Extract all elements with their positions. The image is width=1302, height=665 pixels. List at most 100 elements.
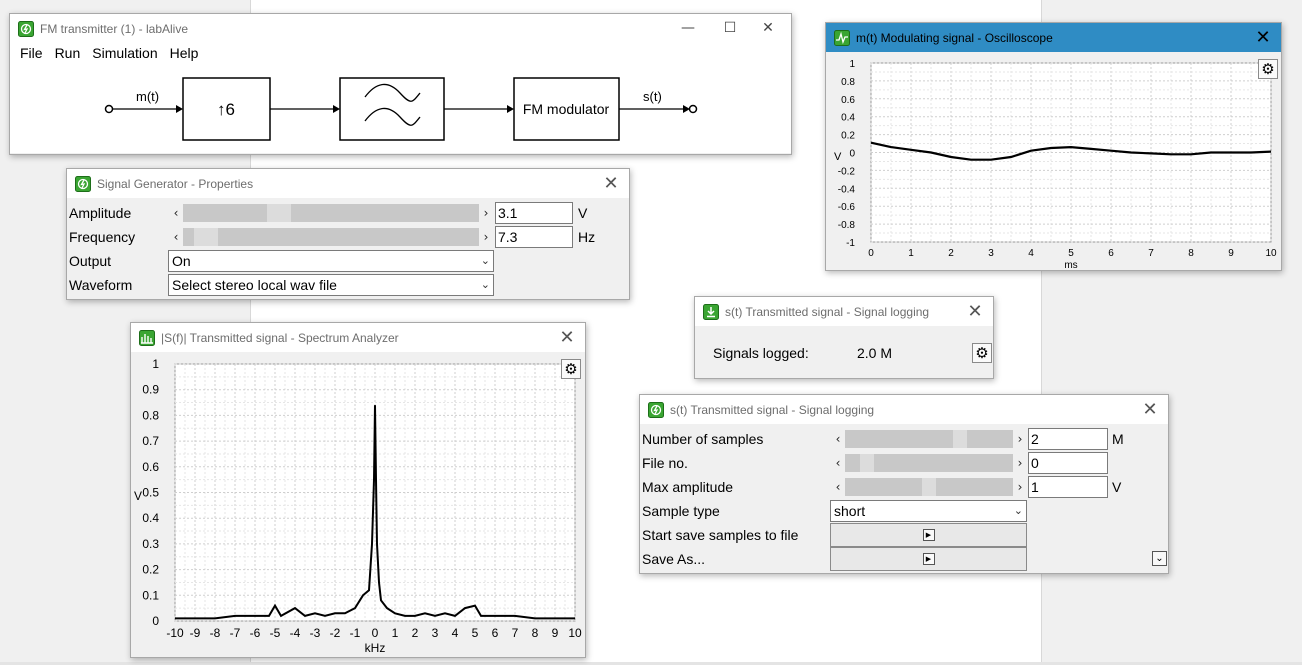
waveform-select[interactable]: Select stereo local wav file ⌄ (168, 274, 494, 296)
file-no-label: File no. (642, 455, 688, 471)
slider-thumb[interactable] (922, 478, 936, 496)
amplitude-slider[interactable]: ‹ › (169, 203, 493, 223)
slider-left-arrow-icon[interactable]: ‹ (831, 456, 845, 470)
fm-window-title: FM transmitter (1) - labAlive (40, 21, 189, 36)
slider-track[interactable] (845, 454, 1013, 472)
maximize-icon[interactable]: ☐ (715, 18, 745, 38)
slider-thumb[interactable] (267, 204, 292, 222)
slider-thumb[interactable] (953, 430, 967, 448)
slider-left-arrow-icon[interactable]: ‹ (169, 206, 183, 220)
oscilloscope-x-tick-label: 6 (1108, 248, 1114, 259)
slider-right-arrow-icon[interactable]: › (479, 230, 493, 244)
spectrum-x-tick-label: -2 (330, 626, 341, 640)
spectrum-y-tick-label: 0.9 (142, 383, 159, 397)
spectrum-settings-button[interactable]: ⚙ (561, 359, 581, 379)
gear-icon: ⚙ (975, 344, 989, 362)
input-terminal[interactable] (104, 104, 114, 114)
input-label: m(t) (136, 89, 159, 104)
spectrum-x-tick-label: -1 (350, 626, 361, 640)
number-of-samples-slider[interactable]: ‹ › (831, 429, 1027, 449)
slider-left-arrow-icon[interactable]: ‹ (169, 230, 183, 244)
chevron-down-icon[interactable]: ⌄ (481, 251, 490, 271)
close-icon[interactable]: ✕ (601, 173, 621, 194)
output-terminal[interactable] (688, 104, 698, 114)
amplitude-row: Amplitude ‹ › 3.1 V (67, 201, 627, 225)
spectrum-x-tick-label: 7 (512, 626, 519, 640)
spectrum-x-tick-label: -6 (250, 626, 261, 640)
close-icon[interactable]: ✕ (753, 18, 783, 38)
signal-logging-status-titlebar[interactable]: s(t) Transmitted signal - Signal logging… (695, 297, 993, 326)
oscilloscope-y-tick-label: 0.8 (841, 77, 855, 88)
amplitude-input[interactable]: 3.1 (495, 202, 573, 224)
oscilloscope-ylabel: V (834, 151, 842, 163)
slider-track[interactable] (183, 228, 479, 246)
output-row: Output On ⌄ (67, 249, 627, 273)
frequency-input[interactable]: 7.3 (495, 226, 573, 248)
menu-simulation[interactable]: Simulation (86, 45, 163, 61)
close-icon[interactable]: ✕ (1140, 399, 1160, 420)
save-as-button[interactable]: ▶ (830, 547, 1027, 571)
spectrum-analyzer-titlebar[interactable]: |S(f)| Transmitted signal - Spectrum Ana… (131, 323, 585, 352)
file-no-slider[interactable]: ‹ › (831, 453, 1027, 473)
slider-right-arrow-icon[interactable]: › (1013, 456, 1027, 470)
spectrum-x-tick-label: -4 (290, 626, 301, 640)
menu-file[interactable]: File (14, 45, 49, 61)
output-select[interactable]: On ⌄ (168, 250, 494, 272)
amplitude-unit: V (578, 205, 588, 221)
slider-thumb[interactable] (860, 454, 874, 472)
file-no-input[interactable]: 0 (1028, 452, 1108, 474)
oscilloscope-x-tick-label: 4 (1028, 248, 1034, 259)
spectrum-app-icon (139, 329, 155, 346)
expand-button[interactable]: ⌄ (1152, 551, 1167, 566)
fm-transmitter-window: FM transmitter (1) - labAlive — ☐ ✕ File… (9, 13, 792, 155)
minimize-icon[interactable]: — (673, 18, 703, 38)
signal-generator-titlebar[interactable]: Signal Generator - Properties ✕ (67, 169, 629, 198)
close-icon[interactable]: ✕ (557, 327, 577, 348)
oscilloscope-x-tick-label: 9 (1228, 248, 1234, 259)
slider-right-arrow-icon[interactable]: › (479, 206, 493, 220)
slider-left-arrow-icon[interactable]: ‹ (831, 480, 845, 494)
start-save-row: Start save samples to file ▶ (640, 523, 1166, 547)
oscilloscope-y-tick-label: 0.4 (841, 113, 855, 124)
signal-logging-properties-titlebar[interactable]: s(t) Transmitted signal - Signal logging… (640, 395, 1168, 424)
sample-type-select[interactable]: short ⌄ (830, 500, 1027, 522)
max-amplitude-input[interactable]: 1 (1028, 476, 1108, 498)
menu-help[interactable]: Help (164, 45, 205, 61)
lowpass-filter-block[interactable] (339, 77, 445, 141)
sample-type-row: Sample type short ⌄ (640, 499, 1166, 523)
fm-modulator-block[interactable]: FM modulator (513, 77, 620, 141)
slider-thumb[interactable] (193, 228, 218, 246)
labalive-app-icon (75, 175, 91, 192)
gear-icon: ⚙ (1261, 60, 1275, 78)
slider-track[interactable] (845, 478, 1013, 496)
oscilloscope-x-tick-label: 10 (1265, 248, 1277, 259)
slider-left-arrow-icon[interactable]: ‹ (831, 432, 845, 446)
signal-logging-properties-title: s(t) Transmitted signal - Signal logging (670, 402, 875, 417)
frequency-slider[interactable]: ‹ › (169, 227, 493, 247)
spectrum-x-tick-label: -5 (270, 626, 281, 640)
chevron-down-icon[interactable]: ⌄ (481, 275, 490, 295)
labalive-app-icon (18, 20, 34, 37)
slider-track[interactable] (845, 430, 1013, 448)
menu-run[interactable]: Run (49, 45, 87, 61)
spectrum-x-tick-label: 2 (412, 626, 419, 640)
close-icon[interactable]: ✕ (965, 301, 985, 322)
slider-track[interactable] (183, 204, 479, 222)
upsampler-block[interactable]: ↑6 (182, 77, 271, 141)
slider-right-arrow-icon[interactable]: › (1013, 432, 1027, 446)
download-app-icon (703, 303, 719, 320)
max-amplitude-slider[interactable]: ‹ › (831, 477, 1027, 497)
fm-window-titlebar[interactable]: FM transmitter (1) - labAlive — ☐ ✕ (10, 14, 791, 43)
slider-right-arrow-icon[interactable]: › (1013, 480, 1027, 494)
chevron-down-icon[interactable]: ⌄ (1014, 501, 1023, 521)
number-of-samples-input[interactable]: 2 (1028, 428, 1108, 450)
start-save-button[interactable]: ▶ (830, 523, 1027, 547)
close-icon[interactable]: ✕ (1253, 27, 1273, 48)
spectrum-x-tick-label: 10 (568, 626, 582, 640)
signal-logging-settings-button[interactable]: ⚙ (972, 343, 992, 363)
oscilloscope-title: m(t) Modulating signal - Oscilloscope (856, 30, 1053, 45)
oscilloscope-settings-button[interactable]: ⚙ (1258, 59, 1278, 79)
frequency-label: Frequency (69, 229, 136, 245)
oscilloscope-titlebar[interactable]: m(t) Modulating signal - Oscilloscope ✕ (826, 23, 1281, 52)
upsampler-label: ↑6 (217, 100, 235, 119)
